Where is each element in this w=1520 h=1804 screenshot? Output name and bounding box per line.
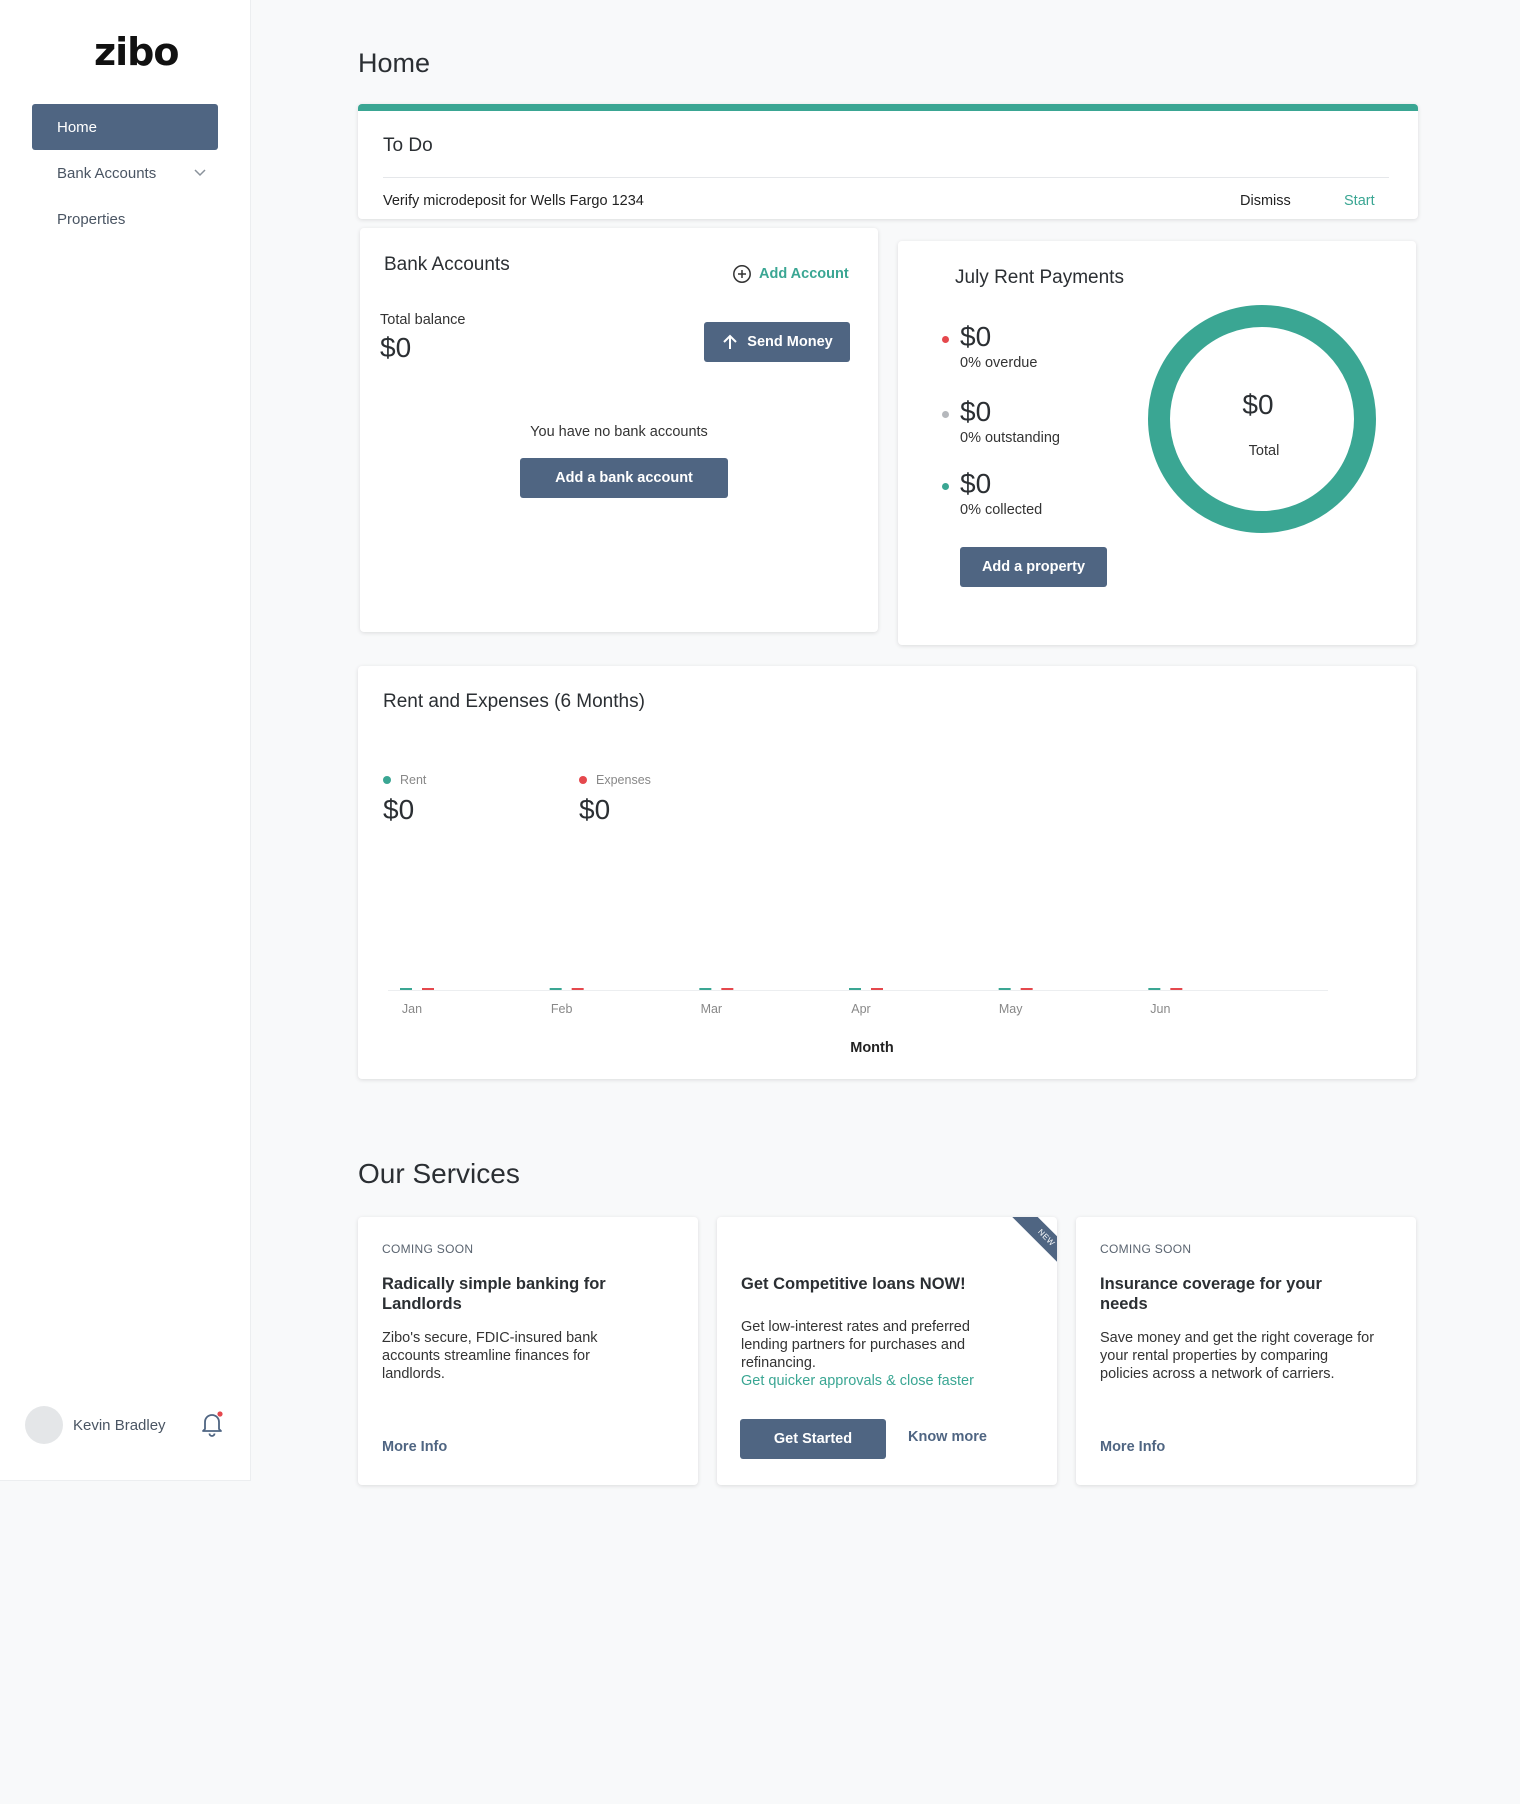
- bar-expenses-apr[interactable]: [871, 988, 883, 990]
- total-balance-label: Total balance: [380, 312, 466, 328]
- add-property-button[interactable]: Add a property: [960, 547, 1107, 587]
- add-account-button[interactable]: Add Account: [732, 264, 849, 284]
- x-tick-label: May: [999, 1002, 1023, 1016]
- plus-circle-icon: [733, 265, 751, 283]
- service-description: Zibo's secure, FDIC-insured bank account…: [382, 1330, 598, 1382]
- bar-expenses-mar[interactable]: [721, 988, 734, 990]
- coming-soon-badge: COMING SOON: [1100, 1242, 1192, 1256]
- get-started-button[interactable]: Get Started: [740, 1419, 886, 1459]
- rent-amount: $0: [960, 468, 992, 499]
- service-description: Get low-interest rates and preferred len…: [741, 1318, 1001, 1390]
- quicker-approvals-link[interactable]: Get quicker approvals & close faster: [741, 1372, 1001, 1390]
- service-card-banking: COMING SOON Radically simple banking for…: [358, 1217, 698, 1485]
- coming-soon-badge: COMING SOON: [382, 1242, 474, 1256]
- service-description-text: Get low-interest rates and preferred len…: [741, 1319, 970, 1371]
- todo-title: To Do: [383, 135, 433, 156]
- bar-expenses-may[interactable]: [1020, 988, 1033, 990]
- ribbon-label: NEW: [1010, 1217, 1057, 1273]
- page-title: Home: [358, 48, 431, 78]
- know-more-link[interactable]: Know more: [908, 1429, 987, 1445]
- bank-accounts-card: Bank Accounts Add Account Total balance …: [360, 228, 878, 632]
- rent-payments-card: July Rent Payments $0 0% overdue $0 0% o…: [898, 241, 1416, 645]
- service-title: Get Competitive loans NOW!: [741, 1275, 966, 1293]
- rent-donut-chart: $0 Total: [1148, 305, 1376, 533]
- total-balance-value: $0: [380, 332, 412, 363]
- service-description: Save money and get the right coverage fo…: [1100, 1330, 1375, 1382]
- zibo-logo[interactable]: zibo: [94, 30, 179, 74]
- bank-accounts-title: Bank Accounts: [384, 254, 510, 275]
- empty-message: You have no bank accounts: [530, 424, 708, 440]
- service-card-insurance: COMING SOON Insurance coverage for your …: [1076, 1217, 1416, 1485]
- bar-expenses-jan[interactable]: [422, 988, 434, 990]
- more-info-link[interactable]: More Info: [382, 1439, 447, 1455]
- bar-expenses-feb[interactable]: [571, 988, 584, 990]
- x-tick-label: Feb: [551, 1002, 573, 1016]
- service-title: Insurance coverage for your needs: [1100, 1275, 1322, 1313]
- rent-label: 0% overdue: [960, 355, 1038, 371]
- services-title: Our Services: [358, 1158, 520, 1189]
- status-dot: [942, 483, 949, 490]
- x-axis-label: Month: [850, 1040, 893, 1056]
- arrow-up-icon: [723, 334, 738, 349]
- dismiss-button[interactable]: Dismiss: [1240, 193, 1291, 209]
- rent-expenses-card: Rent and Expenses (6 Months) Rent $0 Exp…: [358, 666, 1416, 1079]
- add-bank-account-button[interactable]: Add a bank account: [520, 458, 728, 498]
- todo-card: To Do Verify microdeposit for Wells Farg…: [358, 104, 1418, 219]
- bar-rent-feb[interactable]: [549, 988, 562, 990]
- sidebar-item-label: Bank Accounts: [57, 164, 157, 182]
- x-tick-label: Jan: [402, 1002, 422, 1016]
- chevron-down-icon[interactable]: [192, 164, 208, 184]
- x-tick-label: Mar: [701, 1002, 723, 1016]
- sidebar-item-bank-accounts[interactable]: Bank Accounts: [32, 150, 218, 196]
- new-ribbon: NEW: [1001, 1217, 1057, 1273]
- todo-item-text: Verify microdeposit for Wells Fargo 1234: [383, 193, 644, 209]
- start-button[interactable]: Start: [1344, 193, 1375, 209]
- rent-row-collected: $0 0% collected: [942, 468, 1043, 518]
- user-name: Kevin Bradley: [73, 1416, 166, 1434]
- sidebar-item-label: Home: [57, 118, 98, 136]
- more-info-link[interactable]: More Info: [1100, 1439, 1165, 1455]
- rent-amount: $0: [960, 396, 992, 427]
- divider: [383, 177, 1389, 178]
- sidebar: zibo Home Bank Accounts Properties Kevin…: [0, 0, 251, 1481]
- send-money-button[interactable]: Send Money: [704, 322, 850, 362]
- service-title: Radically simple banking for Landlords: [382, 1275, 606, 1313]
- rent-label: 0% collected: [960, 502, 1043, 518]
- status-dot: [942, 411, 949, 418]
- rent-label: 0% outstanding: [960, 430, 1060, 446]
- service-card-loans: NEW Get Competitive loans NOW! Get low-i…: [717, 1217, 1057, 1485]
- bar-rent-jun[interactable]: [1148, 988, 1161, 990]
- sidebar-item-label: Properties: [57, 210, 126, 228]
- bar-rent-mar[interactable]: [699, 988, 712, 990]
- rent-expenses-bar-chart: Jan Feb Mar Apr May Jun Month: [388, 988, 1328, 1056]
- bar-rent-apr[interactable]: [849, 988, 861, 990]
- send-money-label: Send Money: [747, 334, 833, 350]
- avatar[interactable]: [25, 1406, 63, 1444]
- user-profile[interactable]: Kevin Bradley: [25, 1406, 166, 1444]
- bar-rent-may[interactable]: [998, 988, 1011, 990]
- x-tick-label: Apr: [851, 1002, 870, 1016]
- rent-payments-title: July Rent Payments: [955, 267, 1124, 288]
- donut-total-label: Total: [1249, 443, 1280, 459]
- rent-row-overdue: $0 0% overdue: [942, 321, 1038, 371]
- rent-row-outstanding: $0 0% outstanding: [942, 396, 1060, 446]
- notification-bell-icon[interactable]: [199, 1410, 225, 1438]
- x-tick-label: Jun: [1150, 1002, 1170, 1016]
- sidebar-item-home[interactable]: Home: [32, 104, 218, 150]
- add-account-label: Add Account: [759, 266, 849, 282]
- sidebar-item-properties[interactable]: Properties: [32, 196, 218, 242]
- status-dot: [942, 336, 949, 343]
- rent-amount: $0: [960, 321, 992, 352]
- donut-total-value: $0: [1242, 389, 1273, 420]
- bar-expenses-jun[interactable]: [1170, 988, 1183, 990]
- bar-rent-jan[interactable]: [400, 988, 412, 990]
